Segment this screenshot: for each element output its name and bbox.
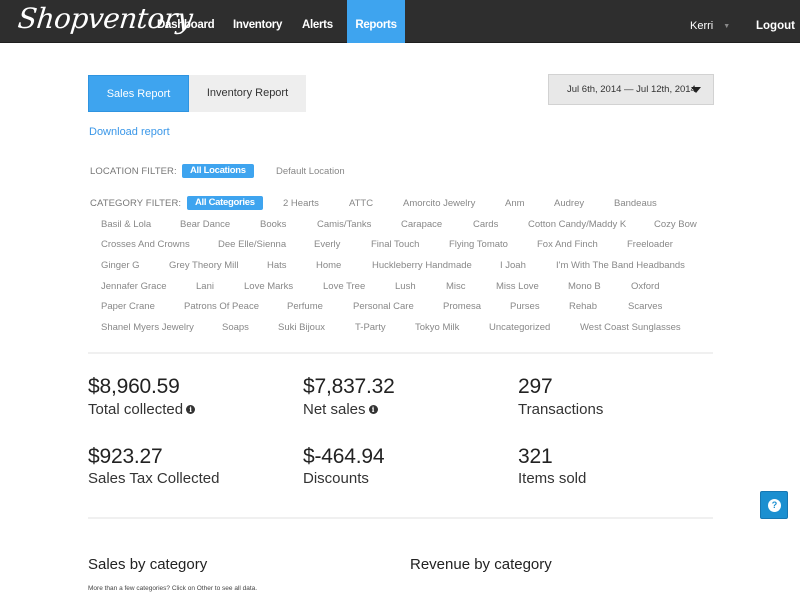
- category-option[interactable]: Lani: [196, 281, 214, 292]
- sales-by-category-title: Sales by category: [88, 556, 208, 573]
- category-option[interactable]: Books: [260, 219, 286, 230]
- category-option[interactable]: Flying Tomato: [449, 239, 508, 250]
- category-option[interactable]: Perfume: [287, 301, 323, 312]
- category-option[interactable]: Freeloader: [627, 239, 673, 250]
- stat-sales-tax-value: $923.27: [88, 445, 163, 468]
- nav-dashboard[interactable]: Dashboard: [157, 0, 215, 43]
- category-option[interactable]: Scarves: [628, 301, 662, 312]
- sales-by-category-note: More than a few categories? Click on Oth…: [88, 585, 258, 592]
- category-option[interactable]: Huckleberry Handmade: [372, 260, 472, 271]
- category-option[interactable]: Lush: [395, 281, 416, 292]
- location-all-pill[interactable]: All Locations: [182, 164, 254, 178]
- category-option[interactable]: Basil & Lola: [101, 219, 151, 230]
- category-option[interactable]: Promesa: [443, 301, 481, 312]
- location-option[interactable]: Default Location: [276, 166, 345, 177]
- category-option[interactable]: Crosses And Crowns: [101, 239, 190, 250]
- category-option[interactable]: Oxford: [631, 281, 660, 292]
- category-option[interactable]: Everly: [314, 239, 340, 250]
- download-report-link[interactable]: Download report: [89, 126, 170, 138]
- stat-net-sales-label: Net sales i: [303, 401, 378, 418]
- category-option[interactable]: Anm: [505, 198, 525, 209]
- category-option[interactable]: Carapace: [401, 219, 442, 230]
- category-option[interactable]: Grey Theory Mill: [169, 260, 239, 271]
- category-option[interactable]: Ginger G: [101, 260, 140, 271]
- stat-discounts-label: Discounts: [303, 470, 369, 487]
- category-option[interactable]: Suki Bijoux: [278, 322, 325, 333]
- category-all-pill[interactable]: All Categories: [187, 196, 263, 210]
- category-option[interactable]: Mono B: [568, 281, 601, 292]
- category-option[interactable]: West Coast Sunglasses: [580, 322, 681, 333]
- category-option[interactable]: Final Touch: [371, 239, 419, 250]
- stat-items-sold-value: 321: [518, 445, 553, 468]
- stat-net-sales-value: $7,837.32: [303, 375, 395, 398]
- stat-items-sold-label: Items sold: [518, 470, 587, 487]
- help-button[interactable]: ?: [760, 491, 788, 519]
- category-option[interactable]: Tokyo Milk: [415, 322, 459, 333]
- category-option[interactable]: Paper Crane: [101, 301, 155, 312]
- category-option[interactable]: Fox And Finch: [537, 239, 598, 250]
- nav-alerts[interactable]: Alerts: [302, 0, 333, 43]
- category-option[interactable]: Amorcito Jewelry: [403, 198, 475, 209]
- category-option[interactable]: Dee Elle/Sienna: [218, 239, 286, 250]
- category-option[interactable]: I'm With The Band Headbands: [556, 260, 685, 271]
- logout-link[interactable]: Logout: [756, 0, 795, 52]
- nav-inventory[interactable]: Inventory: [233, 0, 282, 43]
- stat-sales-tax-label: Sales Tax Collected: [88, 470, 220, 487]
- category-option[interactable]: Miss Love: [496, 281, 539, 292]
- divider: [88, 517, 713, 519]
- stat-total-collected-value: $8,960.59: [88, 375, 180, 398]
- category-option[interactable]: Jennafer Grace: [101, 281, 166, 292]
- stat-label-text: Total collected: [88, 401, 184, 418]
- category-option[interactable]: Purses: [510, 301, 540, 312]
- caret-down-icon: [691, 87, 701, 93]
- stat-total-collected-label: Total collected i: [88, 401, 196, 418]
- category-option[interactable]: 2 Hearts: [283, 198, 319, 209]
- user-menu[interactable]: Kerri ▼: [690, 0, 730, 43]
- nav-reports[interactable]: Reports: [347, 0, 405, 43]
- category-option[interactable]: Cards: [473, 219, 498, 230]
- revenue-by-category-title: Revenue by category: [410, 556, 552, 573]
- stat-transactions-label: Transactions: [518, 401, 604, 418]
- category-option[interactable]: Love Tree: [323, 281, 365, 292]
- tab-inventory-report[interactable]: Inventory Report: [189, 75, 306, 112]
- category-option[interactable]: Patrons Of Peace: [184, 301, 259, 312]
- category-option[interactable]: Audrey: [554, 198, 584, 209]
- category-option[interactable]: Uncategorized: [489, 322, 550, 333]
- top-navbar: Shopventory Dashboard Inventory Alerts R…: [0, 0, 800, 43]
- category-option[interactable]: Shanel Myers Jewelry: [101, 322, 194, 333]
- category-option[interactable]: ATTC: [349, 198, 373, 209]
- category-option[interactable]: Love Marks: [244, 281, 293, 292]
- date-range-value: Jul 6th, 2014 — Jul 12th, 2014: [567, 84, 696, 95]
- stat-label-text: Net sales: [303, 401, 366, 418]
- category-option[interactable]: Bear Dance: [180, 219, 230, 230]
- category-option[interactable]: T-Party: [355, 322, 386, 333]
- category-filter-label: CATEGORY FILTER:: [90, 198, 182, 209]
- stat-transactions-value: 297: [518, 375, 553, 398]
- user-name: Kerri: [690, 20, 714, 32]
- location-filter-label: LOCATION FILTER:: [90, 166, 177, 177]
- category-option[interactable]: Misc: [446, 281, 466, 292]
- category-option[interactable]: Home: [316, 260, 341, 271]
- divider: [88, 352, 713, 354]
- category-option[interactable]: I Joah: [500, 260, 526, 271]
- date-range-picker[interactable]: Jul 6th, 2014 — Jul 12th, 2014: [548, 74, 714, 105]
- info-icon[interactable]: i: [368, 405, 378, 414]
- question-icon: ?: [768, 499, 781, 512]
- category-option[interactable]: Cozy Bow: [654, 219, 697, 230]
- category-option[interactable]: Soaps: [222, 322, 249, 333]
- caret-down-icon: ▼: [723, 23, 731, 30]
- category-option[interactable]: Bandeaus: [614, 198, 657, 209]
- info-icon[interactable]: i: [186, 405, 196, 414]
- category-option[interactable]: Cotton Candy/Maddy K: [528, 219, 626, 230]
- category-option[interactable]: Rehab: [569, 301, 597, 312]
- category-option[interactable]: Hats: [267, 260, 287, 271]
- tab-sales-report[interactable]: Sales Report: [88, 75, 189, 112]
- category-option[interactable]: Camis/Tanks: [317, 219, 371, 230]
- stat-discounts-value: $-464.94: [303, 445, 385, 468]
- category-option[interactable]: Personal Care: [353, 301, 414, 312]
